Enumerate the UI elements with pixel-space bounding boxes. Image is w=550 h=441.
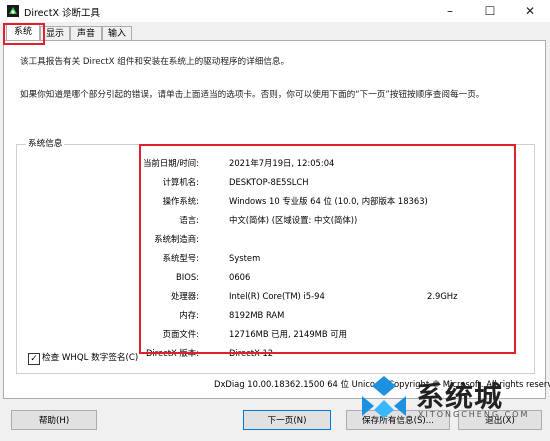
description-line-2: 如果你知道是哪个部分引起的错误，请单击上面适当的选项卡。否则，你可以使用下面的“…	[20, 90, 485, 100]
info-highlight-box	[139, 144, 516, 354]
help-button[interactable]: 帮助(H)	[11, 410, 97, 430]
tab-input[interactable]: 输入	[102, 26, 132, 41]
tab-highlight-box	[3, 23, 45, 45]
directx-app-icon	[7, 5, 19, 17]
tab-sound[interactable]: 声音	[70, 26, 102, 41]
maximize-button[interactable]: ☐	[470, 0, 510, 22]
whql-checkbox[interactable]: ✓	[28, 353, 40, 365]
watermark-logo-icon	[362, 376, 406, 418]
window-title: DirectX 诊断工具	[24, 8, 100, 19]
minimize-button[interactable]: –	[430, 0, 470, 22]
next-page-button[interactable]: 下一页(N)	[243, 410, 331, 430]
system-info-group-label: 系统信息	[26, 137, 65, 149]
description-line-1: 该工具报告有关 DirectX 组件和安装在系统上的驱动程序的详细信息。	[20, 57, 290, 67]
whql-checkbox-label: 检查 WHQL 数字签名(C)	[42, 353, 139, 363]
site-watermark: 系统城 XITONGCHENG.COM	[356, 372, 546, 422]
close-button[interactable]: ✕	[510, 0, 550, 22]
watermark-text: 系统城	[416, 380, 504, 413]
watermark-subtext: XITONGCHENG.COM	[418, 410, 530, 419]
title-bar: DirectX 诊断工具 – ☐ ✕	[0, 0, 550, 22]
